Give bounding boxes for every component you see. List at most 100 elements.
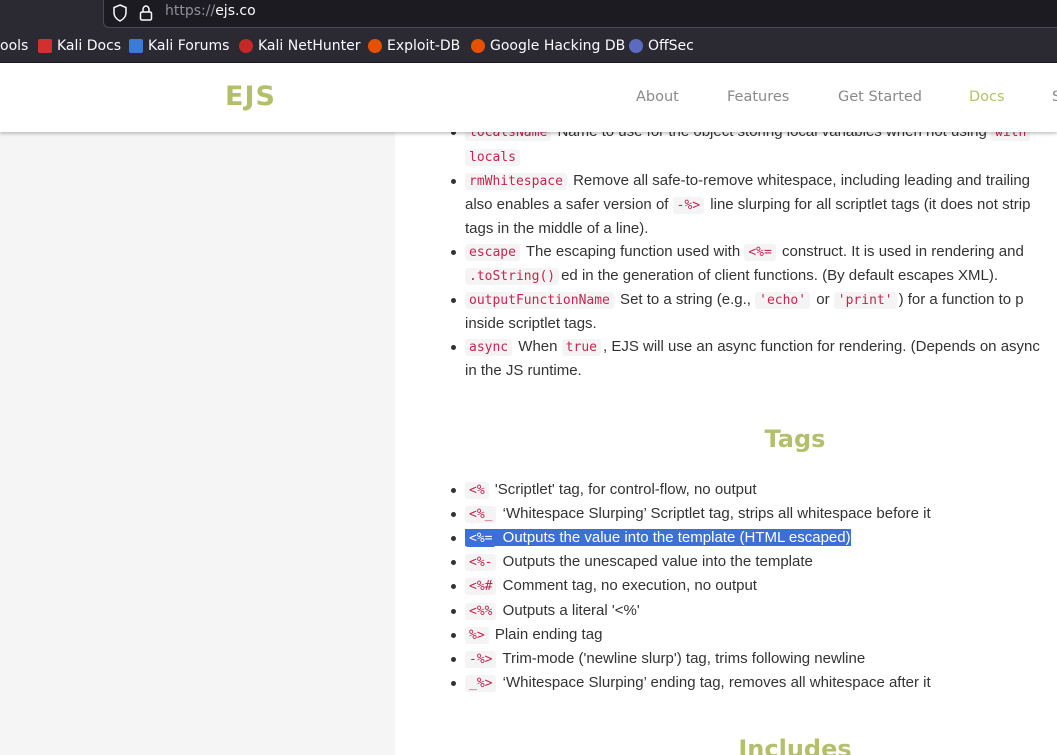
bookmark-offsec[interactable]: OffSec [629,38,694,54]
bookmark-label: Google Hacking DB [490,38,626,54]
selected-text[interactable]: <%= Outputs the value into the template … [465,529,851,547]
list-item: <%# Comment tag, no execution, no output [451,574,1057,599]
list-item-continuation: .toString() ed in the generation of clien… [465,264,1057,289]
tag-code: <%- [465,554,497,571]
tag-code: _%> [465,675,497,692]
option-text: When [514,338,562,355]
option-text: inside scriptlet tags. [465,315,597,332]
option-code: async [465,339,513,356]
list-item: <%- Outputs the unescaped value into the… [451,550,1057,575]
bookmark-label: Kali Forums [148,38,230,54]
list-item: %> Plain ending tag [451,623,1057,648]
bookmark-label: Kali NetHunter [258,38,361,54]
tags-heading: Tags [764,425,826,453]
kali-nethunter-icon [239,39,253,53]
nav-about[interactable]: About [636,89,679,105]
option-text: in the JS runtime. [465,362,582,379]
bookmarks-bar: ools Kali Docs Kali Forums Kali NetHunte… [0,31,1057,63]
option-text: , EJS will use an async function for ren… [602,338,1040,355]
list-item: rmWhitespace Remove all safe-to-remove w… [451,169,1057,194]
list-item-continuation: in the JS runtime. [465,359,1057,383]
docs-sidebar [0,63,395,755]
tag-description: Outputs the unescaped value into the tem… [498,553,813,570]
kali-forums-icon [129,39,143,53]
list-item: async When true, EJS will use an async f… [451,335,1057,360]
bookmark-kali-nethunter[interactable]: Kali NetHunter [239,38,360,54]
list-item: <%= Outputs the value into the template … [451,526,1057,551]
list-item: -%> Trim-mode ('newline slurp') tag, tri… [451,647,1057,672]
bookmark-google-hacking-db[interactable]: Google Hacking DB [471,38,625,54]
nav-features[interactable]: Features [727,89,789,105]
exploit-db-icon [368,39,382,53]
url-host: ejs.co [215,3,256,19]
bookmark-label: Exploit-DB [387,38,461,54]
nav-docs[interactable]: Docs [969,89,1005,105]
list-item: <%_ ‘Whitespace Slurping’ Scriptlet tag,… [451,502,1057,527]
tag-description: Outputs the value into the template (HTM… [498,529,851,546]
list-item: <%% Outputs a literal '<%' [451,599,1057,624]
url-scheme: https:// [165,3,216,19]
option-code: <%= [744,244,776,261]
tag-code: <%= [465,530,497,547]
option-code: outputFunctionName [465,292,614,309]
browser-toolbar: https://ejs.co [0,0,1057,31]
tag-code: <%_ [465,506,497,523]
option-code: 'echo' [755,292,811,309]
docs-content: localsName Name to use for the object st… [395,63,1057,755]
list-item-continuation: inside scriptlet tags. [465,312,1057,336]
option-code: .toString() [465,268,560,285]
nav-get-started[interactable]: Get Started [838,89,922,105]
option-text: line slurping for all scriptlet tags (it… [706,196,1031,213]
option-text: ed in the generation of client functions… [561,267,999,284]
google-hacking-db-icon [471,39,485,53]
offsec-icon [629,39,643,53]
bookmark-tools[interactable]: ools [0,38,28,54]
option-code: escape [465,244,520,261]
kali-docs-icon [38,39,52,53]
option-text: also enables a safer version of [465,196,673,213]
tag-description: ‘Whitespace Slurping’ ending tag, remove… [498,674,931,691]
option-code: true [561,339,601,356]
list-item: <% 'Scriptlet' tag, for control-flow, no… [451,478,1057,503]
option-text: ) for a function to p [898,291,1024,308]
tag-code: %> [465,627,489,644]
option-code: 'print' [833,292,897,309]
bookmark-label: Kali Docs [57,38,122,54]
tag-description: Outputs a literal '<%' [498,602,640,619]
bookmark-kali-docs[interactable]: Kali Docs [38,38,121,54]
option-text: or [812,291,834,308]
url-text[interactable]: https://ejs.co [165,3,256,19]
tag-description: Trim-mode ('newline slurp') tag, trims f… [498,650,866,667]
bookmark-kali-forums[interactable]: Kali Forums [129,38,229,54]
list-item: escape The escaping function used with <… [451,240,1057,265]
nav-more[interactable]: S [1052,89,1057,105]
option-code: locals [465,149,520,166]
tag-description: 'Scriptlet' tag, for control-flow, no ou… [490,481,757,498]
tag-code: -%> [465,651,497,668]
option-text: The escaping function used with [521,243,745,260]
tag-description: ‘Whitespace Slurping’ Scriptlet tag, str… [498,505,931,522]
tag-code: <%# [465,578,497,595]
bookmark-exploit-db[interactable]: Exploit-DB [368,38,460,54]
list-item-continuation: tags in the middle of a line). [465,217,1057,241]
option-code: -%> [672,197,705,214]
site-logo[interactable]: EJS [225,81,276,112]
includes-heading: Includes [738,735,852,755]
tag-description: Comment tag, no execution, no output [498,577,757,594]
bookmark-label: OffSec [648,38,694,54]
tag-code: <% [465,482,489,499]
bookmark-label: ools [0,38,29,54]
tag-code: <%% [465,603,497,620]
shield-icon[interactable] [112,4,128,22]
url-bar[interactable]: https://ejs.co [103,0,1057,28]
option-text: construct. It is used in rendering and [777,243,1024,260]
list-item: _%> ‘Whitespace Slurping’ ending tag, re… [451,671,1057,696]
lock-icon[interactable] [138,4,154,22]
option-code: rmWhitespace [465,173,567,190]
tag-description: Plain ending tag [490,626,603,643]
option-text: Remove all safe-to-remove whitespace, in… [568,172,1031,189]
list-item-continuation: also enables a safer version of -%> line… [465,193,1057,218]
list-item-continuation: locals [465,145,1057,170]
option-text: Set to a string (e.g., [615,291,756,308]
site-header: EJS About Features Get Started Docs S [0,63,1057,132]
